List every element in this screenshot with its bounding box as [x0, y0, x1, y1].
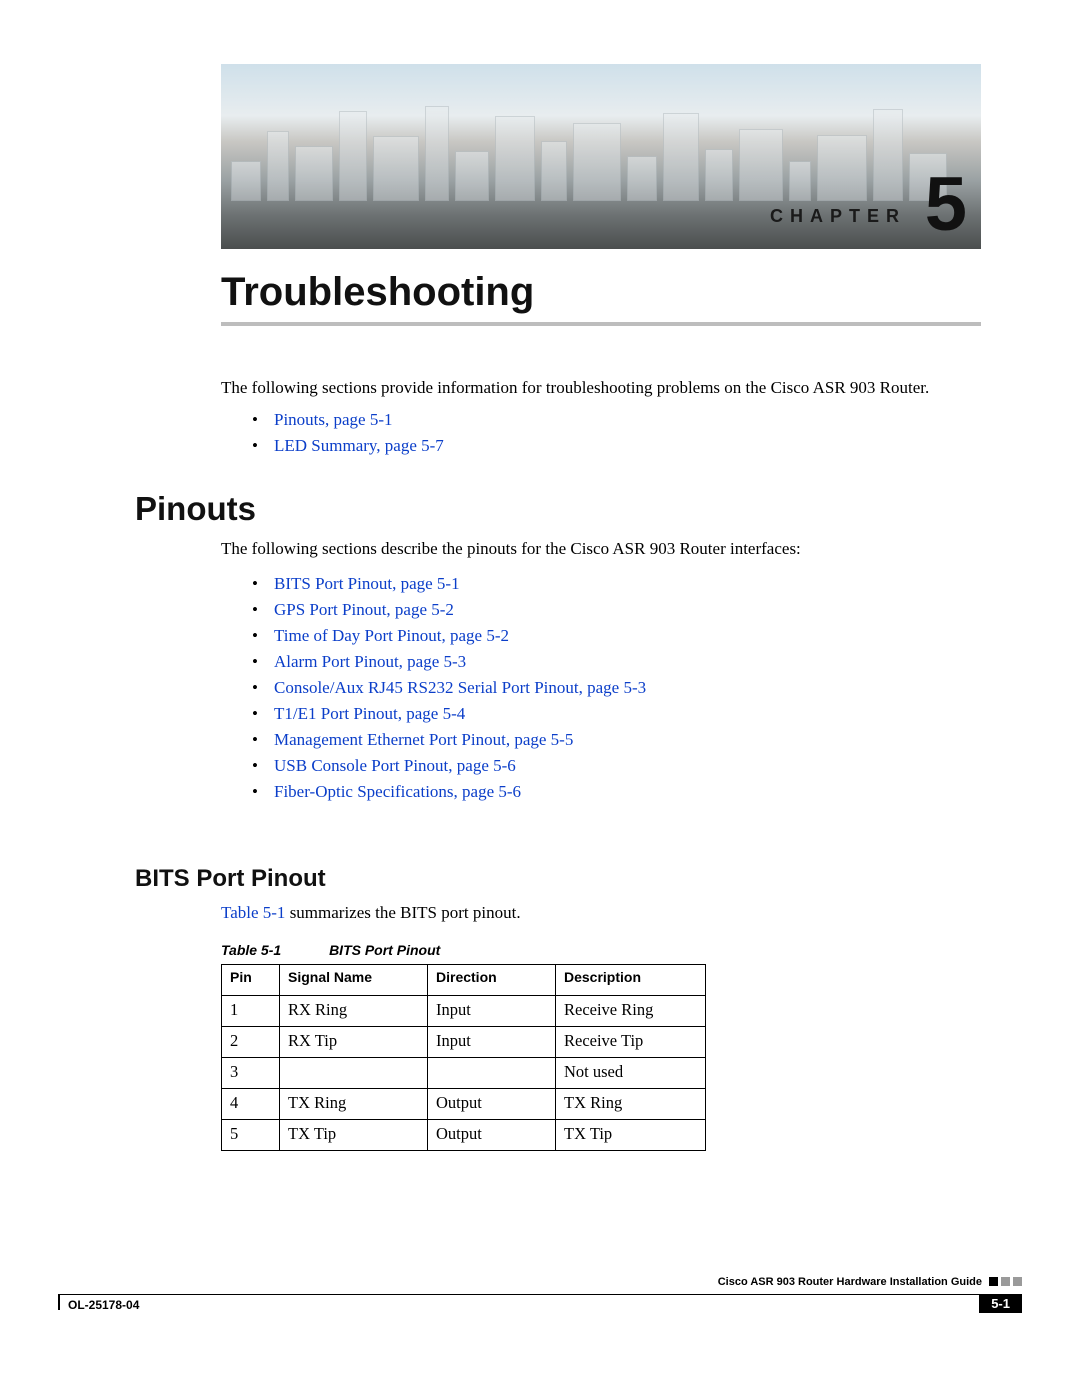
cell-signal: [280, 1058, 428, 1089]
footer-page-number: 5-1: [979, 1294, 1022, 1313]
table-row: 5 TX Tip Output TX Tip: [222, 1120, 706, 1151]
toc-item: Time of Day Port Pinout, page 5-2: [252, 626, 646, 646]
table-ref-link[interactable]: Table 5-1: [221, 903, 285, 922]
table-header-row: Pin Signal Name Direction Description: [222, 965, 706, 996]
page: CHAPTER 5 Troubleshooting The following …: [0, 0, 1080, 1397]
cell-description: Not used: [556, 1058, 706, 1089]
cell-signal: TX Ring: [280, 1089, 428, 1120]
table-row: 4 TX Ring Output TX Ring: [222, 1089, 706, 1120]
toc-item: GPS Port Pinout, page 5-2: [252, 600, 646, 620]
table-row: 3 Not used: [222, 1058, 706, 1089]
cell-pin: 1: [222, 996, 280, 1027]
cell-direction: Output: [428, 1120, 556, 1151]
table-reference: Table 5-1 summarizes the BITS port pinou…: [221, 903, 521, 923]
chapter-banner: CHAPTER 5: [221, 64, 981, 249]
heading-bits-port: BITS Port Pinout: [135, 865, 326, 893]
title-rule: [221, 322, 981, 326]
toc-link[interactable]: GPS Port Pinout, page 5-2: [274, 600, 454, 619]
cell-description: Receive Tip: [556, 1027, 706, 1058]
cell-direction: Output: [428, 1089, 556, 1120]
toc-item: Fiber-Optic Specifications, page 5-6: [252, 782, 646, 802]
toc-link[interactable]: T1/E1 Port Pinout, page 5-4: [274, 704, 465, 723]
toc-item: Pinouts, page 5-1: [252, 410, 444, 430]
th-pin: Pin: [222, 965, 280, 996]
table-caption: Table 5-1 BITS Port Pinout: [221, 942, 440, 958]
bits-pinout-table: Pin Signal Name Direction Description 1 …: [221, 964, 706, 1151]
heading-pinouts: Pinouts: [135, 490, 256, 528]
cell-pin: 5: [222, 1120, 280, 1151]
cell-pin: 4: [222, 1089, 280, 1120]
cell-pin: 3: [222, 1058, 280, 1089]
cell-direction: [428, 1058, 556, 1089]
chapter-number: 5: [925, 167, 967, 243]
cell-signal: RX Tip: [280, 1027, 428, 1058]
toc-item: Console/Aux RJ45 RS232 Serial Port Pinou…: [252, 678, 646, 698]
cell-direction: Input: [428, 1027, 556, 1058]
page-footer: Cisco ASR 903 Router Hardware Installati…: [58, 1278, 1022, 1338]
toc-link[interactable]: Management Ethernet Port Pinout, page 5-…: [274, 730, 573, 749]
table-caption-label: Table 5-1: [221, 942, 281, 958]
toc-item: LED Summary, page 5-7: [252, 436, 444, 456]
cell-pin: 2: [222, 1027, 280, 1058]
table-row: 1 RX Ring Input Receive Ring: [222, 996, 706, 1027]
banner-skyline: [221, 106, 981, 201]
footer-doc-number: OL-25178-04: [68, 1298, 139, 1312]
chapter-label: CHAPTER: [770, 206, 906, 227]
section-toc-top: Pinouts, page 5-1 LED Summary, page 5-7: [252, 404, 444, 462]
footer-rule: [58, 1294, 1022, 1295]
toc-link[interactable]: Alarm Port Pinout, page 5-3: [274, 652, 466, 671]
section-toc-pinouts: BITS Port Pinout, page 5-1 GPS Port Pino…: [252, 568, 646, 808]
table-ref-rest: summarizes the BITS port pinout.: [285, 903, 520, 922]
table-caption-title: BITS Port Pinout: [329, 942, 440, 958]
footer-guide-title: Cisco ASR 903 Router Hardware Installati…: [718, 1276, 982, 1288]
intro-paragraph: The following sections provide informati…: [221, 376, 981, 401]
cell-description: Receive Ring: [556, 996, 706, 1027]
cell-signal: TX Tip: [280, 1120, 428, 1151]
th-description: Description: [556, 965, 706, 996]
th-signal: Signal Name: [280, 965, 428, 996]
th-direction: Direction: [428, 965, 556, 996]
page-title: Troubleshooting: [221, 270, 534, 315]
cell-signal: RX Ring: [280, 996, 428, 1027]
cell-description: TX Ring: [556, 1089, 706, 1120]
toc-link[interactable]: Fiber-Optic Specifications, page 5-6: [274, 782, 521, 801]
toc-item: Management Ethernet Port Pinout, page 5-…: [252, 730, 646, 750]
pinouts-intro: The following sections describe the pino…: [221, 539, 981, 559]
toc-link[interactable]: Time of Day Port Pinout, page 5-2: [274, 626, 509, 645]
toc-link[interactable]: LED Summary, page 5-7: [274, 436, 444, 455]
footer-ornament: [989, 1277, 1022, 1286]
table-row: 2 RX Tip Input Receive Tip: [222, 1027, 706, 1058]
toc-link[interactable]: BITS Port Pinout, page 5-1: [274, 574, 460, 593]
toc-link[interactable]: Pinouts, page 5-1: [274, 410, 393, 429]
footer-left-bar: [58, 1294, 60, 1310]
toc-item: T1/E1 Port Pinout, page 5-4: [252, 704, 646, 724]
toc-item: BITS Port Pinout, page 5-1: [252, 574, 646, 594]
cell-direction: Input: [428, 996, 556, 1027]
cell-description: TX Tip: [556, 1120, 706, 1151]
toc-link[interactable]: Console/Aux RJ45 RS232 Serial Port Pinou…: [274, 678, 646, 697]
toc-item: USB Console Port Pinout, page 5-6: [252, 756, 646, 776]
toc-item: Alarm Port Pinout, page 5-3: [252, 652, 646, 672]
toc-link[interactable]: USB Console Port Pinout, page 5-6: [274, 756, 516, 775]
